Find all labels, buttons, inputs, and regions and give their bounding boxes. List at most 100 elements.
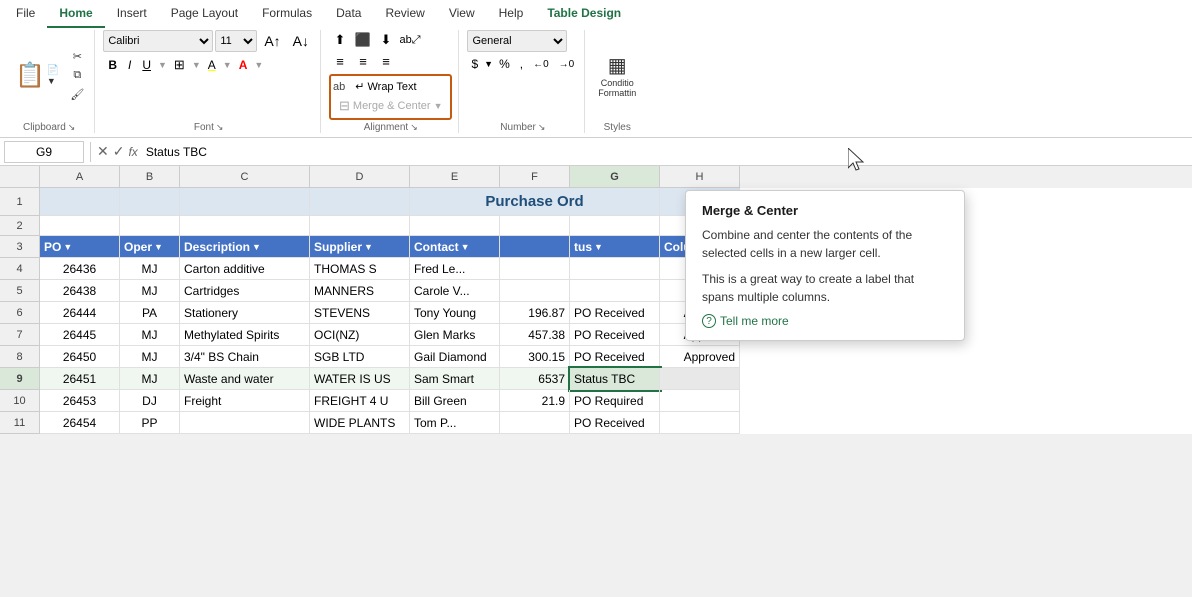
decrease-decimal-button[interactable]: ←0	[529, 58, 553, 71]
row-num-7[interactable]: 7	[0, 324, 40, 346]
col-header-F[interactable]: F	[500, 166, 570, 188]
clipboard-expand-icon[interactable]: ↘	[68, 122, 76, 133]
cell-A7[interactable]: 26445	[40, 324, 120, 346]
select-all-corner[interactable]	[0, 166, 40, 188]
cell-E2[interactable]	[410, 216, 500, 236]
cell-F2[interactable]	[500, 216, 570, 236]
cell-G4[interactable]	[570, 258, 660, 280]
cell-E4[interactable]: Fred Le...	[410, 258, 500, 280]
font-color-button[interactable]: A	[234, 57, 253, 73]
tab-view[interactable]: View	[437, 0, 487, 28]
cell-F8[interactable]: 300.15	[500, 346, 570, 368]
number-format-select[interactable]: General	[467, 30, 567, 52]
cell-F11[interactable]	[500, 412, 570, 434]
formula-input[interactable]	[142, 143, 1188, 161]
row-num-1[interactable]: 1	[0, 188, 40, 216]
cell-B3[interactable]: Oper ▼	[120, 236, 180, 258]
cell-B9[interactable]: MJ	[120, 368, 180, 390]
dropdown-arrow-B3[interactable]: ▼	[154, 242, 163, 252]
cell-B6[interactable]: PA	[120, 302, 180, 324]
cell-E3[interactable]: Contact ▼	[410, 236, 500, 258]
col-header-E[interactable]: E	[410, 166, 500, 188]
cell-G8[interactable]: PO Received	[570, 346, 660, 368]
cell-C2[interactable]	[180, 216, 310, 236]
cell-F5[interactable]	[500, 280, 570, 302]
cell-G11[interactable]: PO Received	[570, 412, 660, 434]
tab-page-layout[interactable]: Page Layout	[159, 0, 250, 28]
cell-A2[interactable]	[40, 216, 120, 236]
cell-E11[interactable]: Tom P...	[410, 412, 500, 434]
cell-H8[interactable]: Approved	[660, 346, 740, 368]
row-num-5[interactable]: 5	[0, 280, 40, 302]
merge-center-button[interactable]: ⊟ Merge & Center ▼	[333, 96, 448, 116]
col-header-G[interactable]: G	[570, 166, 660, 188]
cell-G9[interactable]: Status TBC	[570, 368, 660, 390]
cell-E10[interactable]: Bill Green	[410, 390, 500, 412]
cell-C5[interactable]: Cartridges	[180, 280, 310, 302]
cell-B5[interactable]: MJ	[120, 280, 180, 302]
dropdown-arrow-D3[interactable]: ▼	[364, 242, 373, 252]
row-num-4[interactable]: 4	[0, 258, 40, 280]
confirm-icon[interactable]: ✓	[113, 143, 125, 160]
wrap-text-button[interactable]: ↵ Wrap Text	[349, 78, 422, 95]
tab-insert[interactable]: Insert	[105, 0, 159, 28]
cell-B1[interactable]	[120, 188, 180, 216]
cell-G2[interactable]	[570, 216, 660, 236]
row-num-10[interactable]: 10	[0, 390, 40, 412]
tab-home[interactable]: Home	[47, 0, 104, 28]
tab-formulas[interactable]: Formulas	[250, 0, 324, 28]
font-expand-icon[interactable]: ↘	[216, 122, 224, 133]
cell-G7[interactable]: PO Received	[570, 324, 660, 346]
cell-G6[interactable]: PO Received	[570, 302, 660, 324]
cell-C4[interactable]: Carton additive	[180, 258, 310, 280]
cell-B11[interactable]: PP	[120, 412, 180, 434]
cell-E9[interactable]: Sam Smart	[410, 368, 500, 390]
font-size-select[interactable]: 11	[215, 30, 257, 52]
cell-E8[interactable]: Gail Diamond	[410, 346, 500, 368]
cut-button[interactable]: ✂	[66, 48, 88, 65]
cell-F6[interactable]: 196.87	[500, 302, 570, 324]
cancel-icon[interactable]: ✕	[97, 143, 109, 160]
cell-C1[interactable]	[180, 188, 310, 216]
cell-D6[interactable]: STEVENS	[310, 302, 410, 324]
col-header-A[interactable]: A	[40, 166, 120, 188]
align-middle-button[interactable]: ⬛	[352, 30, 374, 50]
cell-H11[interactable]	[660, 412, 740, 434]
cell-D1[interactable]	[310, 188, 410, 216]
cell-A5[interactable]: 26438	[40, 280, 120, 302]
align-center-button[interactable]: ≡	[352, 51, 374, 71]
row-num-3[interactable]: 3	[0, 236, 40, 258]
cell-reference-box[interactable]	[4, 141, 84, 163]
border-button[interactable]: ⊞	[169, 56, 190, 74]
row-num-2[interactable]: 2	[0, 216, 40, 236]
dropdown-arrow-G3[interactable]: ▼	[594, 242, 603, 252]
cell-D11[interactable]: WIDE PLANTS	[310, 412, 410, 434]
dropdown-arrow-A3[interactable]: ▼	[63, 242, 72, 252]
cell-H9[interactable]	[660, 368, 740, 390]
cell-A9[interactable]: 26451	[40, 368, 120, 390]
align-right-button[interactable]: ≡	[375, 51, 397, 71]
underline-button[interactable]: U	[137, 57, 156, 73]
row-num-6[interactable]: 6	[0, 302, 40, 324]
cell-C9[interactable]: Waste and water	[180, 368, 310, 390]
cell-C10[interactable]: Freight	[180, 390, 310, 412]
tab-data[interactable]: Data	[324, 0, 373, 28]
cell-E7[interactable]: Glen Marks	[410, 324, 500, 346]
dropdown-arrow-C3[interactable]: ▼	[252, 242, 261, 252]
cell-A11[interactable]: 26454	[40, 412, 120, 434]
col-header-C[interactable]: C	[180, 166, 310, 188]
alignment-expand-icon[interactable]: ↘	[410, 122, 418, 133]
paste-button[interactable]: 📋 📄 ▼	[10, 58, 64, 93]
tooltip-link[interactable]: ? Tell me more	[702, 314, 948, 328]
cell-A6[interactable]: 26444	[40, 302, 120, 324]
orientation-button[interactable]: ab⤢	[399, 30, 421, 50]
dropdown-arrow-E3[interactable]: ▼	[461, 242, 470, 252]
cell-D10[interactable]: FREIGHT 4 U	[310, 390, 410, 412]
cell-A10[interactable]: 26453	[40, 390, 120, 412]
cell-E6[interactable]: Tony Young	[410, 302, 500, 324]
conditional-formatting-button[interactable]: ▦ ConditioFormattin	[593, 50, 641, 101]
align-left-button[interactable]: ≡	[329, 51, 351, 71]
cell-C7[interactable]: Methylated Spirits	[180, 324, 310, 346]
cell-B2[interactable]	[120, 216, 180, 236]
cell-D3[interactable]: Supplier ▼	[310, 236, 410, 258]
